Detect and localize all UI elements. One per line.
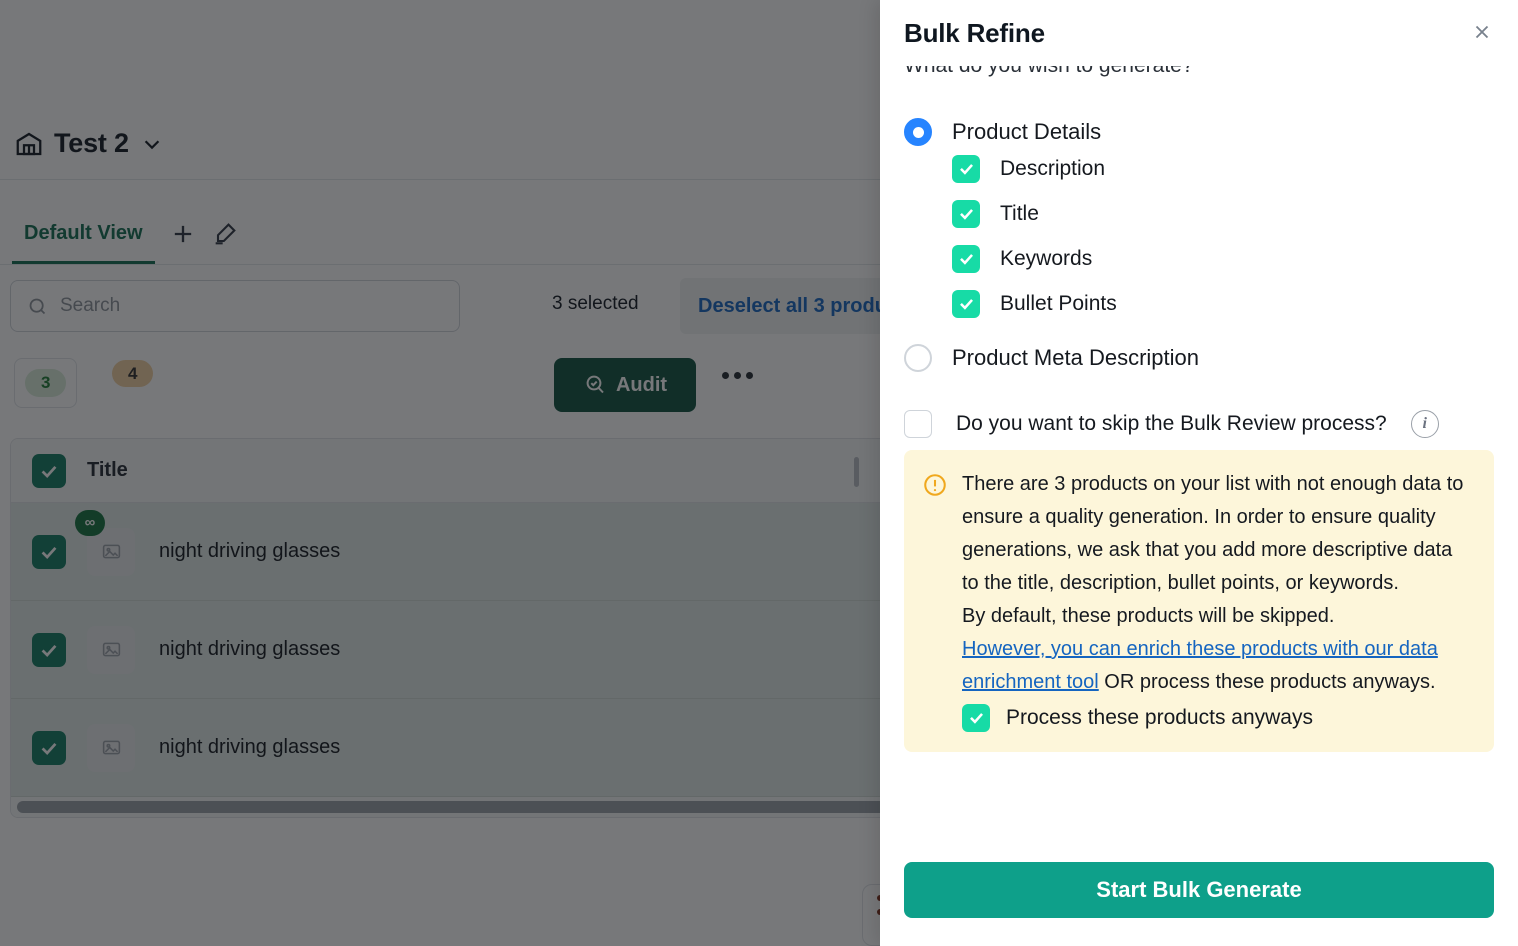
app-root: Test 2 Default View Search (0, 0, 1518, 946)
bulk-refine-panel: Bulk Refine What do you wish to generate… (880, 0, 1518, 946)
checkbox-skip-bulk-review[interactable] (904, 410, 932, 438)
checkbox-row-description[interactable]: Description (952, 146, 1494, 191)
radio-option-product-details[interactable]: Product Details (904, 118, 1494, 146)
panel-body: What do you wish to generate? * Product D… (880, 66, 1518, 848)
start-bulk-generate-button[interactable]: Start Bulk Generate (904, 862, 1494, 918)
low-data-warning-box: There are 3 products on your list with n… (904, 450, 1494, 752)
warning-line-3: OR process these products anyways. (1099, 671, 1436, 693)
checkbox-keywords[interactable] (952, 245, 980, 273)
radio-label-product-details: Product Details (952, 119, 1101, 145)
radio-label-product-meta-description: Product Meta Description (952, 345, 1199, 371)
panel-footer: Start Bulk Generate (880, 848, 1518, 946)
radio-icon-unselected[interactable] (904, 344, 932, 372)
checkbox-label-process-anyways: Process these products anyways (1006, 701, 1313, 734)
radio-option-product-meta-description[interactable]: Product Meta Description (904, 344, 1494, 372)
checkbox-title[interactable] (952, 200, 980, 228)
checkbox-label-title: Title (1000, 202, 1039, 226)
skip-bulk-review-row[interactable]: Do you want to skip the Bulk Review proc… (904, 410, 1494, 438)
info-circle-icon[interactable]: i (1411, 410, 1439, 438)
required-asterisk: * (1198, 66, 1206, 77)
modal-overlay[interactable] (0, 0, 880, 946)
radio-icon-selected[interactable] (904, 118, 932, 146)
warning-text-body: There are 3 products on your list with n… (962, 468, 1474, 734)
product-details-checkbox-list: Description Title Keywords (952, 146, 1494, 326)
warning-line-2: By default, these products will be skipp… (962, 605, 1334, 627)
process-anyways-row[interactable]: Process these products anyways (962, 701, 1474, 734)
generate-question-label: What do you wish to generate? * (904, 66, 1206, 78)
checkbox-label-bullet-points: Bullet Points (1000, 292, 1117, 316)
close-icon[interactable] (1464, 14, 1500, 50)
checkbox-description[interactable] (952, 155, 980, 183)
panel-header: Bulk Refine (880, 0, 1518, 66)
checkbox-label-description: Description (1000, 157, 1105, 181)
generate-question-text: What do you wish to generate? (904, 66, 1194, 77)
checkbox-row-bullet-points[interactable]: Bullet Points (952, 281, 1494, 326)
checkbox-row-keywords[interactable]: Keywords (952, 236, 1494, 281)
checkbox-row-title[interactable]: Title (952, 191, 1494, 236)
page-title: Bulk Refine (904, 18, 1045, 49)
checkbox-bullet-points[interactable] (952, 290, 980, 318)
alert-circle-icon (922, 472, 948, 498)
checkbox-label-keywords: Keywords (1000, 247, 1092, 271)
skip-bulk-review-label: Do you want to skip the Bulk Review proc… (956, 412, 1387, 436)
checkbox-process-anyways[interactable] (962, 704, 990, 732)
warning-line-1: There are 3 products on your list with n… (962, 473, 1463, 594)
